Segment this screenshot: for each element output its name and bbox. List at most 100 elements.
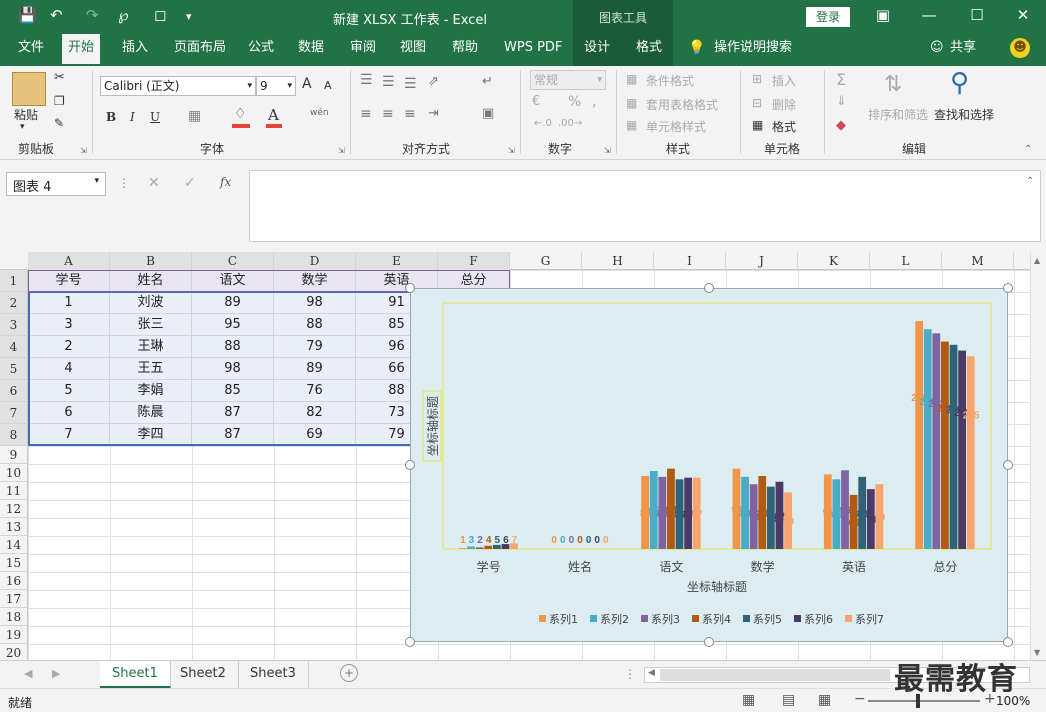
legend-item-系列1[interactable]: 系列1 [549,612,578,626]
chart-area[interactable]: 1 3 2 4 5 6 7 学号 0 0 0 0 0 0 0 姓名 89 95 88 98 85 87 87 语文 98 88 79… [410,288,1008,642]
normal-view-icon[interactable]: ▦ [742,692,755,708]
menu-tab-9[interactable]: WPS PDF [498,34,568,64]
indent-icon[interactable]: ⇥ [428,106,439,121]
bar-系列3-学号[interactable] [475,547,484,549]
clipboard-launcher-icon[interactable]: ⇲ [80,146,87,155]
horizontal-scroll-thumb[interactable] [660,669,890,681]
row-header-17[interactable]: 17 [0,590,28,608]
table-format-button[interactable]: 套用表格格式 [646,96,718,113]
customize-quick-access-icon[interactable]: ▾ [186,10,192,23]
smiley-feedback-icon[interactable]: ☻ [1010,38,1030,58]
row-header-12[interactable]: 12 [0,500,28,518]
align-left-icon[interactable]: ≡ [360,106,372,122]
align-middle-icon[interactable]: ☰ [382,74,395,90]
share-button[interactable]: 共享 [944,34,982,68]
bar-系列3-总分[interactable] [932,333,941,549]
fill-color-icon[interactable]: ♢ [234,106,247,122]
legend-item-系列2[interactable]: 系列2 [600,612,629,626]
merge-center-icon[interactable]: ▣ [482,106,494,121]
menu-tab-10[interactable]: 设计 [578,34,616,64]
collapse-ribbon-icon[interactable]: ⌃ [1024,144,1032,155]
chart-resize-handle[interactable] [1003,460,1013,470]
align-bottom-icon[interactable]: ☰ [404,76,417,92]
legend-item-系列5[interactable]: 系列5 [753,612,782,626]
print-preview-icon[interactable]: ◻ [154,6,166,24]
legend-item-系列6[interactable]: 系列6 [804,612,833,626]
paste-icon[interactable] [12,72,46,106]
column-header-H[interactable]: H [582,252,654,270]
menu-tab-1[interactable]: 开始 [62,34,101,64]
menu-tab-2[interactable]: 插入 [116,34,154,64]
sheet-tab-sheet3[interactable]: Sheet3 [238,661,309,688]
paste-button[interactable]: 粘贴 [14,106,38,123]
scroll-down-icon[interactable]: ▼ [1034,648,1040,657]
formula-input[interactable] [249,170,1041,242]
scroll-up-icon[interactable]: ▲ [1034,256,1040,265]
column-header-C[interactable]: C [192,252,274,270]
x-axis-title[interactable]: 坐标轴标题 [687,579,747,594]
number-format-combo[interactable]: 常规 ▾ [530,70,606,90]
borders-icon[interactable]: ▦ [188,108,201,124]
align-top-icon[interactable]: ☰ [360,72,373,88]
row-header-15[interactable]: 15 [0,554,28,572]
sheet-tab-sheet2[interactable]: Sheet2 [168,661,239,688]
bold-button[interactable]: B [106,110,116,124]
next-sheet-icon[interactable]: ▶ [52,667,60,680]
find-select-button[interactable]: 查找和选择 [934,106,994,123]
undo-icon[interactable]: ↶ [50,6,63,24]
font-name-combo[interactable]: Calibri (正文) ▾ [100,76,256,96]
phonetic-button[interactable]: wén [310,108,329,118]
clear-icon[interactable]: ◆ [836,118,846,133]
bar-系列5-总分[interactable] [949,344,958,549]
row-header-18[interactable]: 18 [0,608,28,626]
fill-icon[interactable]: ⇓ [836,94,847,109]
menu-tab-0[interactable]: 文件 [12,34,50,64]
bar-系列1-学号[interactable] [458,548,467,549]
italic-button[interactable]: I [130,110,135,124]
column-header-J[interactable]: J [726,252,798,270]
shrink-font-button[interactable]: A [324,79,332,92]
percent-button[interactable]: % [568,94,581,110]
close-icon[interactable]: ✕ [1008,6,1038,24]
copy-icon[interactable]: ❐ [54,94,65,108]
menu-tab-11[interactable]: 格式 [630,34,668,64]
chart-resize-handle[interactable] [704,283,714,293]
autosum-icon[interactable]: Σ [836,70,846,89]
cell-styles-button[interactable]: 单元格样式 [646,118,706,135]
menu-tab-5[interactable]: 数据 [292,34,330,64]
comma-button[interactable]: , [592,94,596,110]
row-header-11[interactable]: 11 [0,482,28,500]
row-header-8[interactable]: 8 [0,424,28,446]
maximize-icon[interactable]: ☐ [962,6,992,24]
cancel-icon[interactable]: ✕ [148,175,160,191]
row-header-2[interactable]: 2 [0,292,28,314]
row-header-4[interactable]: 4 [0,336,28,358]
chart-resize-handle[interactable] [1003,637,1013,647]
delete-cells-button[interactable]: 删除 [772,96,796,113]
bar-系列2-学号[interactable] [467,546,475,549]
underline-button[interactable]: U [150,110,160,124]
chart-resize-handle[interactable] [704,637,714,647]
minimize-icon[interactable]: — [914,6,944,24]
paste-dropdown-icon[interactable]: ▾ [20,122,25,132]
cut-icon[interactable]: ✂ [54,70,65,85]
format-painter-quick-icon[interactable]: ℘ [118,6,128,24]
font-size-combo[interactable]: 9 ▾ [256,76,296,96]
sort-filter-icon[interactable]: ⇅ [884,72,902,97]
row-header-16[interactable]: 16 [0,572,28,590]
tell-me-search[interactable]: 操作说明搜索 [708,34,798,68]
y-axis-title[interactable]: 坐标轴标题 [425,396,440,456]
row-header-3[interactable]: 3 [0,314,28,336]
column-header-L[interactable]: L [870,252,942,270]
align-right-icon[interactable]: ≡ [404,106,416,122]
column-header-B[interactable]: B [110,252,192,270]
bar-系列4-总分[interactable] [941,341,949,549]
row-header-9[interactable]: 9 [0,446,28,464]
row-header-19[interactable]: 19 [0,626,28,644]
row-header-6[interactable]: 6 [0,380,28,402]
bar-系列7-总分[interactable] [966,356,975,549]
format-cells-button[interactable]: 格式 [772,118,796,135]
row-header-13[interactable]: 13 [0,518,28,536]
zoom-out-icon[interactable]: − [854,691,866,707]
legend-item-系列4[interactable]: 系列4 [702,612,731,626]
